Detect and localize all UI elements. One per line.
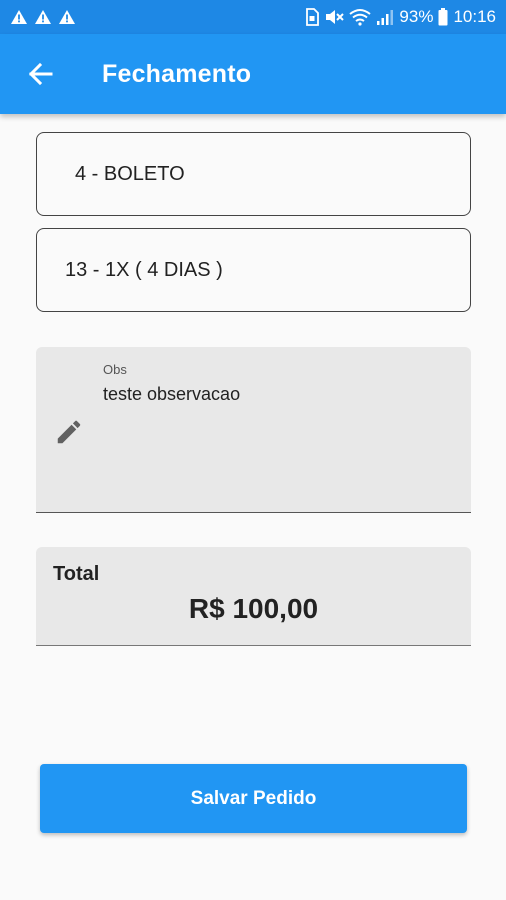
total-value: R$ 100,00 [188, 593, 319, 624]
pencil-icon [57, 420, 81, 444]
system-icons: 93% 10:16 [305, 7, 496, 27]
notification-icons [10, 9, 76, 25]
payment-terms-select[interactable]: 13 - 1X ( 4 DIAS ) [36, 228, 471, 312]
wifi-icon [349, 9, 372, 26]
mute-icon [326, 10, 345, 24]
save-order-button[interactable]: Salvar Pedido [40, 764, 467, 833]
warning-icon [35, 10, 51, 24]
page-title: Fechamento [102, 59, 252, 88]
back-button[interactable] [10, 44, 70, 104]
obs-label: Obs [103, 362, 127, 377]
total-label: Total [53, 563, 100, 585]
status-bar: 93% 10:16 [0, 0, 506, 34]
obs-field[interactable]: Obs teste observacao [36, 347, 471, 513]
signal-icon [377, 10, 394, 25]
clock: 10:16 [453, 7, 496, 26]
app-bar: Fechamento [0, 34, 506, 114]
payment-method-select[interactable]: 4 - BOLETO [36, 132, 471, 216]
payment-method-value: 4 - BOLETO [75, 162, 185, 185]
payment-terms-value: 13 - 1X ( 4 DIAS ) [65, 258, 223, 281]
arrow-left-icon [28, 62, 53, 86]
battery-icon [438, 8, 448, 26]
battery-percent: 93% [399, 7, 434, 26]
total-card: Total R$ 100,00 [36, 547, 471, 646]
obs-input[interactable]: teste observacao [103, 384, 240, 405]
sim-icon [306, 8, 320, 26]
warning-icon [11, 10, 27, 24]
warning-icon [59, 10, 75, 24]
